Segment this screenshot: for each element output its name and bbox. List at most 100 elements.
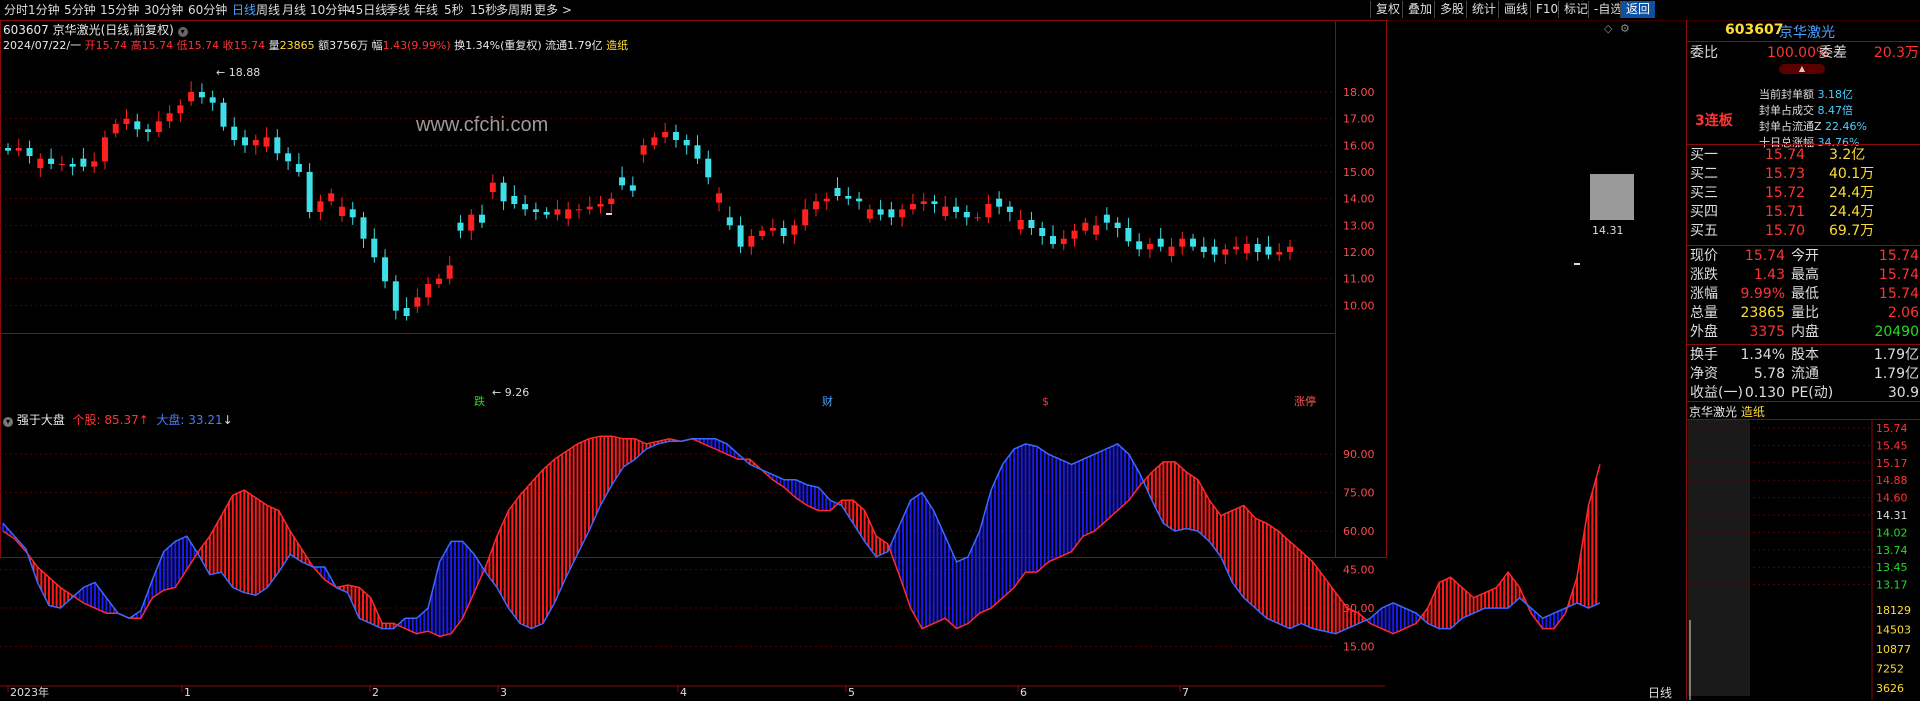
indicator-title-line: ▾ 强于大盘 个股: 85.37↑ 大盘: 33.21↓ (3, 411, 233, 428)
x-axis-label: 2 (372, 686, 379, 699)
toolbar-button-4[interactable]: 画线 (1498, 1, 1533, 18)
quote-label: 流通 (1791, 366, 1819, 382)
stock-title: 603607 京华激光(日线,前复权) (3, 23, 174, 37)
quote-value: 1.43 (1753, 267, 1785, 283)
indicator-panel[interactable] (0, 333, 1336, 558)
bid-label: 买五 (1690, 223, 1718, 239)
toolbar-button-3[interactable]: 统计 (1466, 1, 1501, 18)
weibi-label: 委比 (1690, 45, 1718, 61)
period-tab-16[interactable]: 更多 > (534, 2, 572, 18)
bid-row[interactable]: 买五 15.70 69.7万 (1687, 222, 1920, 241)
period-tab-8[interactable]: 月线 (282, 2, 306, 18)
bid-row[interactable]: 买二 15.73 40.1万 (1687, 165, 1920, 184)
quote-label: 股本 (1791, 347, 1819, 363)
quote-value: 15.74 (1744, 248, 1785, 264)
bid-row[interactable]: 买三 15.72 24.4万 (1687, 184, 1920, 203)
toolbar-button-1[interactable]: 叠加 (1402, 1, 1437, 18)
quote-panel: 603607 京华激光 委比 100.00% 委差 20.3万 ▲ 3连板 当前… (1686, 20, 1920, 700)
quote-label: 总量 (1690, 305, 1718, 321)
x-axis-label: 7 (1182, 686, 1189, 699)
quote-label: 今开 (1791, 248, 1819, 264)
toolbar-button-0[interactable]: 复权 (1370, 1, 1405, 18)
period-tab-11[interactable]: 季线 (386, 2, 410, 18)
indicator-name[interactable]: 强于大盘 (17, 413, 65, 427)
quote-label: 换手 (1690, 347, 1718, 363)
period-tab-5[interactable]: 60分钟 (188, 2, 227, 18)
bid-row[interactable]: 买四 15.71 24.4万 (1687, 203, 1920, 222)
bid-label: 买四 (1690, 204, 1718, 220)
period-tab-13[interactable]: 5秒 (444, 2, 464, 18)
lianban-label: 3连板 (1695, 113, 1733, 129)
bid-label: 买二 (1690, 166, 1718, 182)
current-price-tag: 14.31 (1592, 224, 1624, 237)
close-label: 收 (222, 39, 234, 52)
toolbar-button-8[interactable]: 返回 (1620, 1, 1656, 18)
period-tab-1[interactable]: 1分钟 (28, 2, 60, 18)
quote-value: 2.06 (1887, 305, 1919, 321)
bid-volume: 24.4万 (1829, 204, 1875, 220)
seal-label: 封单占流通Z (1759, 120, 1822, 133)
stock-strength-arrow: ↑ (138, 413, 149, 427)
ohlc-line: 2024/07/22/一 开15.74 高15.74 低15.74 收15.74… (3, 37, 628, 53)
period-tab-4[interactable]: 30分钟 (144, 2, 183, 18)
quote-label: 量比 (1791, 305, 1819, 321)
settings-small-icon[interactable]: ⚙ (1620, 22, 1630, 35)
range-label: 幅 (371, 39, 383, 52)
float-shares: 流通1.79亿 (545, 39, 603, 52)
period-tab-15[interactable]: 多周期 (496, 2, 532, 18)
period-tab-0[interactable]: 分时 (4, 2, 28, 18)
seal-label: 封单占成交 (1759, 104, 1814, 117)
indicator-collapse-icon[interactable]: ▾ (3, 417, 13, 427)
quote-row: 现价 15.74 今开 15.74 (1687, 247, 1920, 266)
quote-label: 外盘 (1690, 324, 1718, 340)
quote-value: 15.74 (1878, 267, 1919, 283)
diamond-icon[interactable]: ◇ (1604, 22, 1612, 35)
amount-label: 额 (318, 39, 330, 52)
seal-line: 封单占流通Z 22.46% (1759, 118, 1867, 134)
x-axis-label: 6 (1020, 686, 1027, 699)
concept-tag[interactable]: 造纸 (606, 39, 628, 52)
indicator-axis-label: 30.00 (1343, 602, 1375, 615)
range-value: 1.43(9.99%) (382, 39, 451, 52)
open-label: 开 (84, 39, 96, 52)
period-tab-10[interactable]: 45日线 (348, 2, 387, 18)
seal-line: 封单占成交 8.47倍 (1759, 102, 1853, 118)
close-value: 15.74 (233, 39, 266, 52)
quote-value: 15.74 (1878, 286, 1919, 302)
seal-label: 当前封单额 (1759, 88, 1814, 101)
quote-row: 换手 1.34% 股本 1.79亿 (1687, 346, 1920, 365)
period-tab-14[interactable]: 15秒 (470, 2, 497, 18)
open-value: 15.74 (95, 39, 128, 52)
expand-toggle-icon[interactable]: ▲ (1779, 64, 1825, 74)
period-tab-2[interactable]: 5分钟 (64, 2, 96, 18)
seal-value: 3.18亿 (1817, 88, 1854, 101)
quote-value: 1.34% (1740, 347, 1785, 363)
period-toolbar: 分时 1分钟 5分钟 15分钟 30分钟 60分钟 日线 周线 月线 10分钟 45日线 季线 年线 5秒… (0, 0, 1920, 21)
period-tab-12[interactable]: 年线 (414, 2, 438, 18)
vol-label: 量 (268, 39, 280, 52)
toolbar-button-2[interactable]: 多股 (1434, 1, 1469, 18)
low-value: 15.74 (187, 39, 220, 52)
high-value: 15.74 (141, 39, 174, 52)
period-tab-6[interactable]: 日线 (232, 2, 256, 18)
period-tab-9[interactable]: 10分钟 (310, 2, 349, 18)
bid-row[interactable]: 买一 15.74 3.2亿 (1687, 146, 1920, 165)
stats-table: 换手 1.34% 股本 1.79亿 净资 5.78 流通 1.79亿 收益(一) 0.130 PE(… (1687, 346, 1920, 406)
bid-label: 买三 (1690, 185, 1718, 201)
bid-volume: 69.7万 (1829, 223, 1875, 239)
period-tab-3[interactable]: 15分钟 (100, 2, 139, 18)
bid-price: 15.73 (1765, 166, 1806, 182)
indicator-axis-label: 45.00 (1343, 564, 1375, 577)
bid-volume: 24.4万 (1829, 185, 1875, 201)
market-strength-value: 33.21 (188, 413, 223, 427)
period-tab-7[interactable]: 周线 (256, 2, 280, 18)
collapse-icon[interactable]: ▾ (177, 27, 188, 37)
indicator-axis-label: 15.00 (1343, 641, 1375, 654)
watermark: www.cfchi.com (416, 114, 549, 136)
quote-value: 3375 (1749, 324, 1785, 340)
kline-panel[interactable] (0, 20, 1336, 334)
stock-strength-value: 85.37 (104, 413, 139, 427)
seal-value: 8.47倍 (1817, 104, 1854, 117)
quote-value: 1.79亿 (1873, 347, 1919, 363)
price-tag-box (1590, 174, 1634, 220)
